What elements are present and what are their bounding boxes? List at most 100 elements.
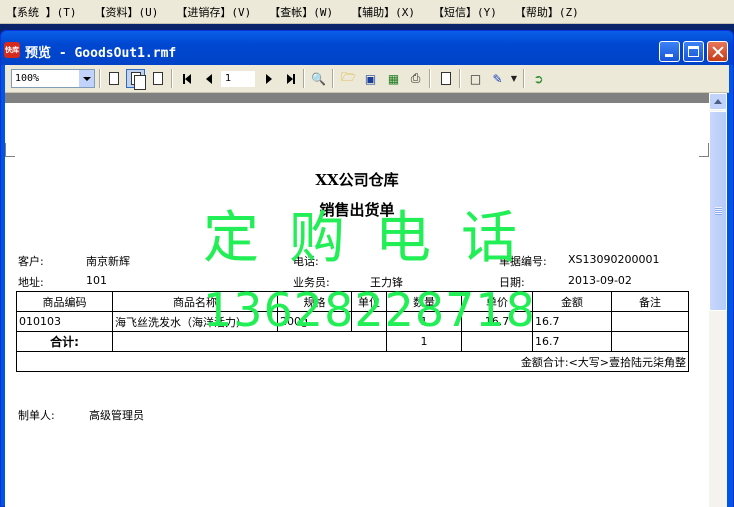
page-setup-button[interactable] bbox=[436, 69, 455, 88]
page-corner-mark bbox=[5, 143, 15, 157]
vertical-scrollbar[interactable] bbox=[709, 93, 727, 507]
chevron-down-icon: ▼ bbox=[510, 74, 518, 83]
menu-sms[interactable]: 【短信】(Y) bbox=[433, 4, 497, 20]
window-title: 预览 - GoodsOut1.rmf bbox=[25, 46, 177, 61]
exit-button[interactable]: ➲ bbox=[529, 69, 548, 88]
preview-window: 快库 预览 - GoodsOut1.rmf 100% 1 🔍 🗁 ▣ ▦ ⎙ □… bbox=[0, 30, 734, 507]
close-button[interactable] bbox=[707, 41, 728, 62]
toolbar-separator bbox=[303, 69, 305, 88]
cell-amount: 16.7 bbox=[532, 311, 612, 332]
toolbar-separator bbox=[429, 69, 431, 88]
frame-button[interactable]: □ bbox=[466, 69, 485, 88]
folder-icon: 🗁 bbox=[341, 70, 356, 84]
exit-door-icon: ➲ bbox=[533, 71, 544, 86]
last-page-button[interactable] bbox=[281, 69, 300, 88]
toolbar-separator bbox=[523, 69, 525, 88]
customer-label: 客户: bbox=[18, 255, 44, 268]
cell-name: 海飞丝洗发水（海洋活力） bbox=[112, 311, 278, 332]
salesman-label: 业务员: bbox=[293, 276, 330, 289]
page-icon bbox=[152, 72, 163, 85]
toolbar-separator bbox=[99, 69, 101, 88]
date-label: 日期: bbox=[499, 276, 525, 289]
cell-code: 010103 bbox=[16, 311, 113, 332]
menu-help[interactable]: 【帮助】(Z) bbox=[515, 4, 579, 20]
find-button[interactable]: 🔍 bbox=[309, 69, 328, 88]
cell-qty: 1 bbox=[386, 311, 462, 332]
design-dropdown[interactable]: ▼ bbox=[508, 69, 520, 88]
column-header: 单位 bbox=[351, 291, 387, 312]
scroll-thumb[interactable] bbox=[709, 111, 727, 311]
pen-icon: ✎ bbox=[492, 71, 503, 86]
window-frame bbox=[727, 93, 733, 507]
arrow-left-icon bbox=[205, 73, 212, 84]
print-button[interactable]: ⎙ bbox=[406, 69, 425, 88]
page-number-input[interactable]: 1 bbox=[221, 71, 255, 87]
preview-background bbox=[5, 93, 709, 103]
report-page: XX公司仓库 销售出货单 客户: 南京新辉 电话: 单据编号: XS130902… bbox=[5, 103, 709, 507]
next-page-button[interactable] bbox=[259, 69, 278, 88]
menu-accounts[interactable]: 【查帐】(W) bbox=[269, 4, 333, 20]
total-label: 合计: bbox=[16, 331, 113, 352]
total-blank bbox=[112, 331, 387, 352]
save-button[interactable]: ▣ bbox=[361, 69, 380, 88]
doc-number-label: 单据编号: bbox=[499, 255, 547, 268]
arrow-right-icon bbox=[265, 73, 272, 84]
menu-inventory[interactable]: 【进销存】(V) bbox=[176, 4, 251, 20]
menu-tools[interactable]: 【辅助】(X) bbox=[351, 4, 415, 20]
app-icon: 快库 bbox=[4, 42, 20, 58]
page-width-button[interactable] bbox=[148, 69, 167, 88]
amount-words-row: 金额合计:<大写>壹拾陆元柒角整 bbox=[16, 351, 689, 372]
minimize-button[interactable] bbox=[659, 41, 680, 62]
cell-spec: 200g bbox=[277, 311, 352, 332]
amount-in-words: 金额合计:<大写>壹拾陆元柒角整 bbox=[16, 351, 689, 372]
cell-note bbox=[611, 311, 689, 332]
two-page-button[interactable] bbox=[126, 69, 145, 88]
title-bar[interactable]: 快库 预览 - GoodsOut1.rmf bbox=[1, 31, 733, 65]
maximize-button[interactable] bbox=[683, 41, 704, 62]
phone-label: 电话: bbox=[293, 255, 319, 268]
arrow-left-icon bbox=[184, 73, 191, 84]
scroll-up-button[interactable] bbox=[709, 93, 727, 110]
toolbar: 100% 1 🔍 🗁 ▣ ▦ ⎙ □ ✎ ▼ ➲ bbox=[5, 65, 729, 93]
cell-price: 16.7 bbox=[461, 311, 533, 332]
menu-bar: 【系统 】(T) 【资料】(U) 【进销存】(V) 【查帐】(W) 【辅助】(X… bbox=[0, 0, 734, 24]
open-button[interactable]: 🗁 bbox=[339, 69, 358, 88]
maker-value: 高级管理员 bbox=[89, 409, 144, 422]
column-header: 数量 bbox=[386, 291, 462, 312]
chevron-down-icon[interactable] bbox=[79, 70, 94, 87]
page-icon bbox=[108, 72, 119, 85]
goods-table: 商品编码 商品名称 规格 单位 数量 单价 金额 备注 010103 海飞丝洗发… bbox=[16, 291, 689, 372]
column-header: 备注 bbox=[611, 291, 689, 312]
floppy-icon: ▣ bbox=[364, 71, 377, 86]
table-header-row: 商品编码 商品名称 规格 单位 数量 单价 金额 备注 bbox=[16, 291, 689, 312]
date-value: 2013-09-02 bbox=[568, 274, 632, 287]
menu-system[interactable]: 【系统 】(T) bbox=[6, 4, 77, 20]
toolbar-separator bbox=[459, 69, 461, 88]
magnifier-icon: 🔍 bbox=[311, 71, 326, 86]
single-page-button[interactable] bbox=[104, 69, 123, 88]
toolbar-separator bbox=[332, 69, 334, 88]
menu-data[interactable]: 【资料】(U) bbox=[95, 4, 159, 20]
address-value: 101 bbox=[86, 274, 107, 287]
column-header: 商品名称 bbox=[112, 291, 278, 312]
design-button[interactable]: ✎ bbox=[488, 69, 507, 88]
customer-value: 南京新辉 bbox=[86, 255, 130, 268]
column-header: 规格 bbox=[277, 291, 352, 312]
doc-number-value: XS13090200001 bbox=[568, 253, 660, 266]
zoom-select[interactable]: 100% bbox=[11, 69, 95, 88]
first-page-button[interactable] bbox=[177, 69, 196, 88]
report-company: XX公司仓库 bbox=[315, 171, 399, 189]
page-icon bbox=[440, 72, 451, 85]
cell-unit bbox=[351, 311, 387, 332]
square-icon: □ bbox=[469, 71, 482, 86]
salesman-value: 王力锋 bbox=[370, 276, 403, 289]
total-price-blank bbox=[461, 331, 533, 352]
column-header: 商品编码 bbox=[16, 291, 113, 312]
two-pages-icon bbox=[130, 72, 141, 85]
table-row: 010103 海飞丝洗发水（海洋活力） 200g 1 16.7 16.7 bbox=[16, 311, 689, 332]
prev-page-button[interactable] bbox=[199, 69, 218, 88]
report-title: 销售出货单 bbox=[319, 201, 395, 219]
export-excel-button[interactable]: ▦ bbox=[384, 69, 403, 88]
total-qty: 1 bbox=[386, 331, 462, 352]
column-header: 单价 bbox=[461, 291, 533, 312]
